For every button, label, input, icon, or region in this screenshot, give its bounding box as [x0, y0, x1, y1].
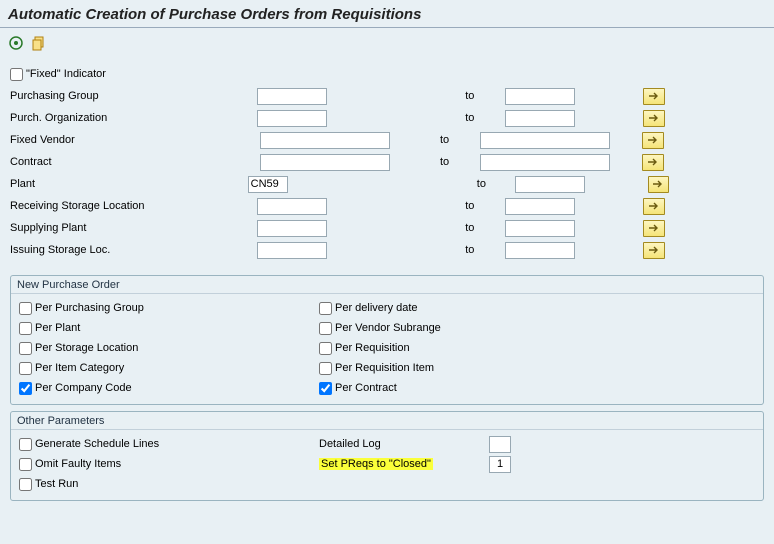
group-new-po: New Purchase Order Per Purchasing Group P… [10, 275, 764, 405]
criteria-label: Purch. Organization [10, 112, 107, 124]
page-title: Automatic Creation of Purchase Orders fr… [0, 0, 774, 27]
criteria-to-input[interactable] [505, 220, 575, 237]
to-label: to [465, 244, 474, 256]
criteria-to-input[interactable] [515, 176, 585, 193]
group-other: Other Parameters Generate Schedule Lines… [10, 411, 764, 501]
npo-left-label: Per Item Category [35, 362, 124, 374]
multiple-selection-button[interactable] [642, 154, 664, 171]
criteria-from-input[interactable] [260, 132, 390, 149]
npo-right-label: Per Requisition [335, 342, 410, 354]
criteria-from-input[interactable] [257, 88, 327, 105]
criteria-to-input[interactable] [505, 198, 575, 215]
multiple-selection-button[interactable] [643, 110, 665, 127]
detailed-log-label: Detailed Log [319, 438, 489, 450]
criteria-from-input[interactable] [257, 198, 327, 215]
npo-left-label: Per Storage Location [35, 342, 138, 354]
fixed-indicator-label: "Fixed" Indicator [26, 68, 106, 80]
criteria-from-input[interactable] [257, 242, 327, 259]
npo-right-label: Per delivery date [335, 302, 418, 314]
to-label: to [440, 134, 449, 146]
group-other-title: Other Parameters [11, 412, 763, 430]
to-label: to [440, 156, 449, 168]
multiple-selection-button[interactable] [643, 220, 665, 237]
other-left-checkbox[interactable] [19, 478, 32, 491]
other-left-label: Generate Schedule Lines [35, 438, 159, 450]
other-left-checkbox[interactable] [19, 458, 32, 471]
group-new-po-title: New Purchase Order [11, 276, 763, 294]
criteria-label: Plant [10, 178, 35, 190]
to-label: to [465, 112, 474, 124]
npo-left-label: Per Purchasing Group [35, 302, 144, 314]
criteria-label: Supplying Plant [10, 222, 86, 234]
title-divider [0, 27, 774, 28]
criteria-from-input[interactable] [260, 154, 390, 171]
other-left-checkbox[interactable] [19, 438, 32, 451]
detailed-log-input[interactable] [489, 436, 511, 453]
criteria-label: Receiving Storage Location [10, 200, 145, 212]
to-label: to [465, 200, 474, 212]
npo-right-checkbox[interactable] [319, 362, 332, 375]
npo-right-checkbox[interactable] [319, 342, 332, 355]
other-left-label: Test Run [35, 478, 78, 490]
multiple-selection-button[interactable] [642, 132, 664, 149]
multiple-selection-button[interactable] [648, 176, 669, 193]
to-label: to [465, 222, 474, 234]
npo-right-checkbox[interactable] [319, 382, 332, 395]
criteria-to-input[interactable] [505, 88, 575, 105]
npo-left-label: Per Plant [35, 322, 80, 334]
variant-icon[interactable] [31, 37, 47, 49]
criteria-to-input[interactable] [480, 132, 610, 149]
npo-right-label: Per Contract [335, 382, 397, 394]
fixed-indicator-checkbox[interactable] [10, 68, 23, 81]
multiple-selection-button[interactable] [643, 198, 665, 215]
npo-left-checkbox[interactable] [19, 382, 32, 395]
criteria-label: Purchasing Group [10, 90, 99, 102]
npo-right-label: Per Vendor Subrange [335, 322, 441, 334]
other-left-label: Omit Faulty Items [35, 458, 121, 470]
criteria-from-input[interactable] [248, 176, 288, 193]
npo-right-label: Per Requisition Item [335, 362, 434, 374]
npo-left-checkbox[interactable] [19, 302, 32, 315]
to-label: to [465, 90, 474, 102]
criteria-label: Issuing Storage Loc. [10, 244, 110, 256]
criteria-from-input[interactable] [257, 220, 327, 237]
multiple-selection-button[interactable] [643, 88, 665, 105]
toolbar [0, 32, 774, 61]
criteria-label: Contract [10, 156, 52, 168]
npo-left-label: Per Company Code [35, 382, 132, 394]
criteria-from-input[interactable] [257, 110, 327, 127]
set-preqs-closed-input[interactable] [489, 456, 511, 473]
criteria-to-input[interactable] [505, 242, 575, 259]
npo-right-checkbox[interactable] [319, 322, 332, 335]
selection-criteria: "Fixed" Indicator Purchasing Group to Purc… [0, 61, 774, 269]
npo-left-checkbox[interactable] [19, 342, 32, 355]
criteria-to-input[interactable] [480, 154, 610, 171]
criteria-label: Fixed Vendor [10, 134, 75, 146]
multiple-selection-button[interactable] [643, 242, 665, 259]
npo-left-checkbox[interactable] [19, 322, 32, 335]
criteria-to-input[interactable] [505, 110, 575, 127]
npo-left-checkbox[interactable] [19, 362, 32, 375]
npo-right-checkbox[interactable] [319, 302, 332, 315]
to-label: to [477, 178, 486, 190]
execute-icon[interactable] [8, 37, 27, 49]
set-preqs-closed-label: Set PReqs to "Closed" [319, 458, 489, 470]
